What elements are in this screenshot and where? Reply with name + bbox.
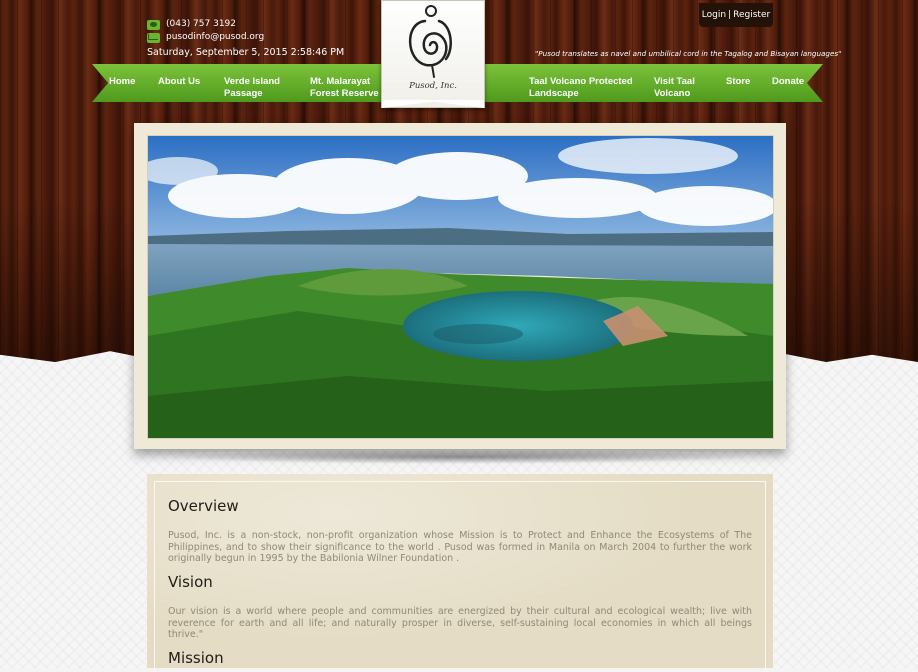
hero-shadow xyxy=(165,450,755,464)
contact-info: (043) 757 3192 pusodinfo@pusod.org xyxy=(147,18,264,44)
nav-item-verde-island-passage[interactable]: Verde Island Passage xyxy=(224,76,294,100)
mission-heading: Mission xyxy=(168,649,224,667)
email-address[interactable]: pusodinfo@pusod.org xyxy=(166,31,264,44)
logo[interactable]: Pusod, Inc. xyxy=(381,0,485,108)
phone-row: (043) 757 3192 xyxy=(147,18,264,31)
login-link[interactable]: Login xyxy=(702,10,726,20)
hero-landscape-illustration xyxy=(148,136,773,438)
login-register-box: Login | Register xyxy=(699,3,773,27)
nav-item-store[interactable]: Store xyxy=(726,76,750,88)
nav-item-donate[interactable]: Donate xyxy=(772,76,804,88)
phone-number: (043) 757 3192 xyxy=(166,19,237,29)
email-row: pusodinfo@pusod.org xyxy=(147,31,264,44)
logo-text: Pusod, Inc. xyxy=(409,81,457,91)
overview-heading: Overview xyxy=(168,497,239,515)
login-separator: | xyxy=(728,10,732,20)
overview-text: Pusod, Inc. is a non-stock, non-profit o… xyxy=(168,530,752,564)
pusod-logo-icon xyxy=(408,5,452,78)
phone-icon xyxy=(147,19,160,30)
register-link[interactable]: Register xyxy=(733,10,770,20)
hero-image-taal-volcano xyxy=(147,135,774,439)
vision-heading: Vision xyxy=(168,573,213,591)
nav-item-taal-volcano-protected-landscape[interactable]: Taal Volcano Protected Landscape xyxy=(529,76,639,100)
nav-item-about-us[interactable]: About Us xyxy=(158,76,200,88)
nav-item-home[interactable]: Home xyxy=(109,76,135,88)
vision-text: Our vision is a world where people and c… xyxy=(168,606,752,640)
nav-item-mt-malarayat[interactable]: Mt. Malarayat Forest Reserve xyxy=(310,76,390,100)
hero-frame xyxy=(134,123,786,449)
panel-border xyxy=(154,481,766,672)
tagline: "Pusod translates as navel and umbilical… xyxy=(535,49,842,58)
overview-panel: Overview Pusod, Inc. is a non-stock, non… xyxy=(147,474,773,672)
mail-icon xyxy=(147,32,160,43)
nav-item-visit-taal-volcano[interactable]: Visit Taal Volcano xyxy=(654,76,709,100)
current-datetime: Saturday, September 5, 2015 2:58:46 PM xyxy=(147,47,345,58)
